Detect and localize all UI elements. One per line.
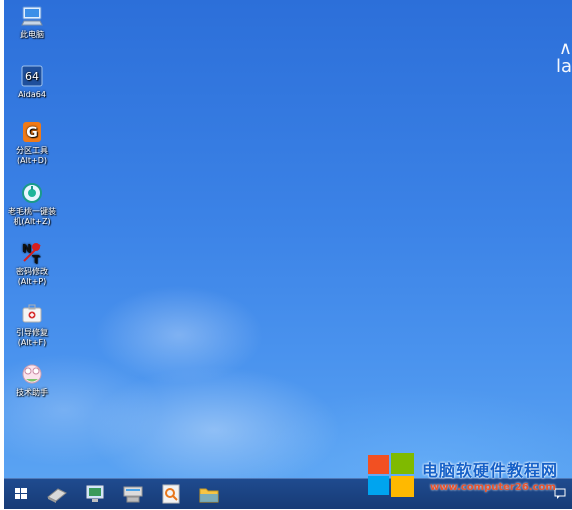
windows-start-icon [15,488,27,499]
windows-logo-icon [368,453,414,497]
computer-icon [21,6,43,26]
desktop-icon-label: 技术助手 [16,388,48,397]
monitor-icon [86,485,104,502]
watermark-title: 电脑软硬件教程网 [422,461,559,480]
desktop-icon-password-reset[interactable]: N T 密码修改 (Alt+P) [4,241,60,287]
search-tool-icon [162,484,180,504]
desktop-icon-label: 老毛桃一键装 机(Alt+Z) [8,207,56,226]
taskbar-drive-button[interactable] [44,482,70,506]
watermark-url: www.computer26.com [430,482,556,493]
folder-icon [199,488,219,503]
desktop-icon-label: 引导修复 (Alt+F) [16,328,48,347]
desktop-icon-one-key-restore[interactable]: 老毛桃一键装 机(Alt+Z) [4,181,60,227]
desktop-icon-label: Aida64 [18,90,46,99]
password-reset-icon: N T [22,242,41,265]
svg-text:G: G [26,125,38,141]
drive-icon [47,488,67,503]
svg-text:64: 64 [25,70,39,83]
restore-icon [22,183,42,203]
desktop-icon-boot-repair[interactable]: 引导修复 (Alt+F) [4,302,60,348]
desktop-background[interactable]: 此电脑 64 Aida64 G 分区工具 (Alt+D) 老毛桃一键装 机(Al… [4,0,572,478]
desktop-icon-this-pc[interactable]: 此电脑 [4,4,60,40]
start-button[interactable] [8,482,34,506]
medical-kit-icon [22,304,42,323]
site-watermark: 电脑软硬件教程网 www.computer26.com [366,451,572,503]
desktop-icon-aida64[interactable]: 64 Aida64 [4,64,60,100]
taskbar-network-button[interactable] [120,482,146,506]
desktop-icon-label: 分区工具 (Alt+D) [16,146,48,165]
network-icon [123,486,143,503]
svg-text:N: N [22,242,31,255]
desktop-icon-label: 此电脑 [20,30,44,39]
aida64-icon: 64 [21,65,43,87]
taskbar-folder-button[interactable] [196,482,222,506]
desktop-icon-label: 密码修改 (Alt+P) [16,267,48,286]
wallpaper-brand-mark: ∧ la [555,38,572,77]
mascot-icon [22,364,42,384]
desktop-icon-partition-tool[interactable]: G 分区工具 (Alt+D) [4,120,60,166]
desktop-icon-more-tools[interactable]: 技术助手 [4,362,60,398]
svg-text:T: T [32,253,40,265]
partition-tool-icon: G [23,122,41,142]
taskbar-monitor-button[interactable] [82,482,108,506]
taskbar-search-tool-button[interactable] [158,482,184,506]
